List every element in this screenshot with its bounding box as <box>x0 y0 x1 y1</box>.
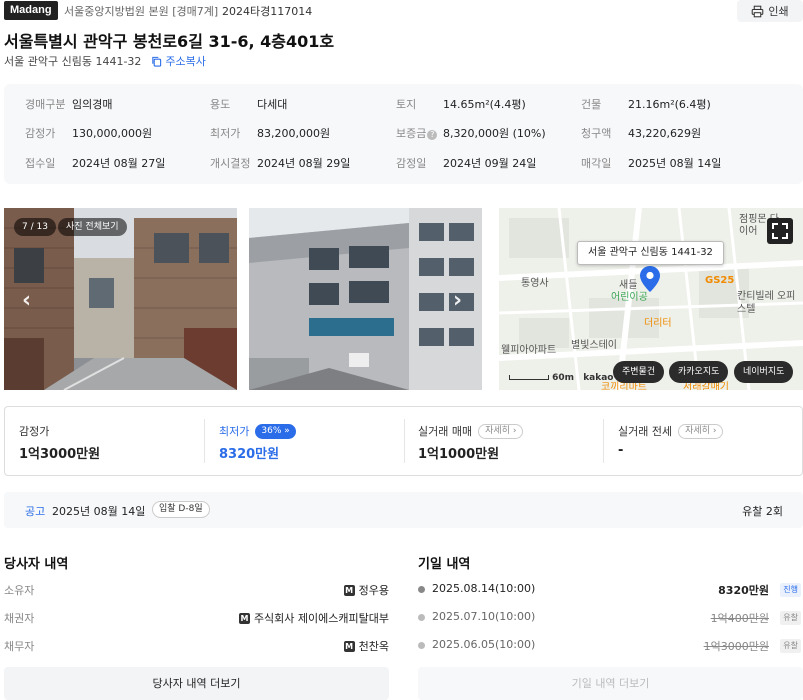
history-title: 기일 내역 <box>418 557 471 572</box>
member-badge: M <box>343 584 355 596</box>
minimum-value: 8320만원 <box>219 447 280 462</box>
print-label: 인쇄 <box>768 5 789 18</box>
next-photo-arrow[interactable]: › <box>453 288 462 313</box>
divider <box>404 419 405 463</box>
appraisal-label: 감정가 <box>19 425 50 438</box>
info-appraisal-date: 감정일 2024년 09월 24일 <box>396 157 537 170</box>
view-all-photos-button[interactable]: 사진 전체보기 <box>58 218 127 236</box>
copy-address-button[interactable]: 주소복사 <box>151 53 206 69</box>
map-place-label: 웰피아아파트 <box>501 345 557 356</box>
jeonse-value: - <box>618 443 624 458</box>
status-badge: 진행 <box>780 583 801 597</box>
nearby-properties-button[interactable]: 주변물건 <box>613 361 665 383</box>
history-more-button[interactable]: 기일 내역 더보기 <box>418 667 803 700</box>
case-number: 2024타경117014 <box>222 5 313 18</box>
map-place-label: 별빛스테이 <box>571 340 617 351</box>
party-row-creditor: 채권자 M 주식회사 제이에스캐피탈대부 <box>4 612 389 625</box>
info-start-date: 개시결정 2024년 08월 29일 <box>210 157 351 170</box>
map-scale: 60m kakao <box>509 373 614 383</box>
info-minimum: 최저가 83,200,000원 <box>210 127 331 140</box>
info-appraisal: 감정가 130,000,000원 <box>25 127 153 140</box>
dday-badge: 입찰 D-8일 <box>152 501 210 518</box>
history-row: 2025.07.10(10:00) 1억400만원 유찰 <box>418 610 803 628</box>
map-pin-icon <box>640 266 660 292</box>
map-place-label: 통영사 <box>521 278 549 289</box>
property-photo-1[interactable]: 7 / 13 사진 전체보기 ‹ <box>4 208 237 390</box>
jeonse-label: 실거래 전세 자세히 › <box>618 423 724 439</box>
info-claim: 청구액 43,220,629원 <box>581 127 702 140</box>
price-minimum: 최저가 36% » 8320만원 <box>219 407 404 475</box>
page-title: 서울특별시 관악구 봉천로6길 31-6, 4층401호 <box>4 32 335 51</box>
jibun-address-row: 서울 관악구 신림동 1441-32 주소복사 <box>4 53 206 69</box>
help-icon[interactable]: ? <box>427 130 438 140</box>
map-place-label: 더리터 <box>644 318 672 329</box>
price-jeonse: 실거래 전세 자세히 › - <box>618 407 798 475</box>
status-badge: 유찰 <box>780 639 801 653</box>
info-receipt-date: 접수일 2024년 08월 27일 <box>25 157 166 170</box>
info-sale-date: 매각일 2025년 08월 14일 <box>581 157 722 170</box>
trade-label: 실거래 매매 자세히 › <box>418 423 524 439</box>
price-summary: 감정가 1억3000만원 최저가 36% » 8320만원 실거래 매매 자세히 ›… <box>4 406 803 476</box>
trade-detail-button[interactable]: 자세히 › <box>478 423 524 439</box>
price-appraisal: 감정가 1억3000만원 <box>19 407 204 475</box>
naver-map-button[interactable]: 네이버지도 <box>734 361 794 383</box>
map-place-label: GS25 <box>705 275 735 286</box>
photo-counter: 7 / 13 <box>14 218 56 236</box>
divider <box>603 419 604 463</box>
member-badge: M <box>343 640 355 652</box>
history-row: 2025.06.05(10:00) 1억3000만원 유찰 <box>418 638 803 656</box>
info-usage: 용도 다세대 <box>210 98 288 111</box>
court-name: 서울중앙지방법원 본원 [경매7계] <box>64 5 219 18</box>
info-land: 토지 14.65m²(4.4평) <box>396 98 526 111</box>
map-fullscreen-button[interactable] <box>767 218 793 244</box>
appraisal-value: 1억3000만원 <box>19 447 101 462</box>
minimum-rate-badge: 36% » <box>255 423 296 439</box>
status-dot <box>418 642 425 649</box>
status-badge: 유찰 <box>780 611 801 625</box>
status-dot <box>418 586 425 593</box>
expand-icon <box>772 223 788 239</box>
chevron-down-icon: » <box>284 425 290 436</box>
trade-value: 1억1000만원 <box>418 447 500 462</box>
notice-bar: 공고 2025년 08월 14일 입찰 D-8일 유찰 2회 <box>4 492 803 528</box>
chevron-right-icon: › <box>712 425 717 436</box>
property-photo-2[interactable]: › <box>249 208 482 390</box>
prev-photo-arrow[interactable]: ‹ <box>22 288 31 313</box>
printer-icon <box>752 5 764 17</box>
location-map[interactable]: 통영사 새들 어린이공 GS25 칸티빌레 오피스텔 더리터 웰피아아파트 별빛… <box>499 208 803 390</box>
case-info-panel: 경매구분 임의경매 용도 다세대 토지 14.65m²(4.4평) 건물 21.16m²… <box>4 84 803 184</box>
chevron-right-icon: › <box>512 425 517 436</box>
kakao-map-button[interactable]: 카카오지도 <box>669 361 729 383</box>
minimum-label: 최저가 36% » <box>219 423 296 439</box>
notice-date: 2025년 08월 14일 <box>52 505 146 518</box>
jibun-address: 서울 관악구 신림동 1441-32 <box>4 55 142 68</box>
map-address-tooltip: 서울 관악구 신림동 1441-32 <box>577 241 724 265</box>
party-row-owner: 소유자 M 정우용 <box>4 584 389 597</box>
map-brand: kakao <box>583 373 614 383</box>
building-photo-image <box>249 208 482 390</box>
history-row: 2025.08.14(10:00) 8320만원 진행 <box>418 582 803 600</box>
info-building: 건물 21.16m²(6.4평) <box>581 98 711 111</box>
parties-more-button[interactable]: 당사자 내역 더보기 <box>4 667 389 700</box>
copy-icon <box>152 56 162 67</box>
map-place-label: 칸티빌레 오피스텔 <box>737 291 796 315</box>
info-auction-type: 경매구분 임의경매 <box>25 98 113 111</box>
scale-bar-line <box>509 375 549 380</box>
status-dot <box>418 614 425 621</box>
copy-address-label: 주소복사 <box>165 55 206 68</box>
info-deposit: 보증금? 8,320,000원 (10%) <box>396 127 546 140</box>
jeonse-detail-button[interactable]: 자세히 › <box>678 423 724 439</box>
divider <box>204 419 205 463</box>
member-badge: M <box>238 612 250 624</box>
parties-title: 당사자 내역 <box>4 557 69 572</box>
party-row-debtor: 채무자 M 천찬옥 <box>4 640 389 653</box>
fail-count: 유찰 2회 <box>742 505 783 518</box>
print-button[interactable]: 인쇄 <box>737 0 803 22</box>
price-trade: 실거래 매매 자세히 › 1억1000만원 <box>418 407 603 475</box>
notice-label: 공고 <box>25 505 46 518</box>
site-logo[interactable]: Madang <box>4 1 58 20</box>
top-bar: Madang 서울중앙지방법원 본원 [경매7계] 2024타경117014 인… <box>4 0 803 22</box>
